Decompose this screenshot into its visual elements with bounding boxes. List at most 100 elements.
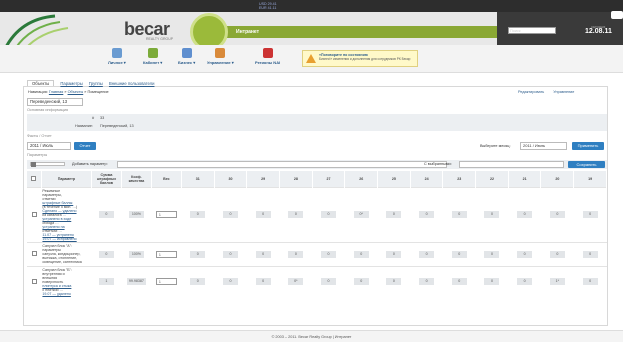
day-value[interactable]: 0* (353, 211, 369, 218)
apply-button[interactable]: Применить (572, 142, 604, 150)
breadcrumb-current: Помещение (87, 90, 109, 94)
edit-link[interactable]: Редактировать (518, 90, 544, 94)
row-select-cell[interactable] (27, 241, 42, 266)
day-value[interactable]: 0 (222, 278, 238, 285)
day-value[interactable]: 0 (549, 250, 565, 258)
coef-value: 100% (128, 211, 144, 218)
day-value[interactable]: 0 (517, 250, 533, 258)
page-size-slider[interactable] (30, 162, 65, 167)
header-day: 28 (279, 171, 313, 187)
day-value[interactable]: 0 (321, 211, 337, 218)
header-coef[interactable]: Коэф. качества (121, 171, 152, 187)
day-value[interactable]: 0 (190, 211, 206, 218)
nav-item-cabinet[interactable]: Кабинет ▾ (143, 48, 162, 65)
day-value[interactable]: 0 (386, 278, 402, 285)
day-value[interactable]: 0 (190, 278, 206, 285)
param-link[interactable]: 19.07 — исправлено (42, 237, 90, 241)
slider-handle[interactable] (31, 162, 36, 167)
day-value[interactable]: 0 (419, 211, 435, 218)
day-value[interactable]: 0 (484, 278, 500, 285)
day-value[interactable]: 0* (288, 278, 304, 285)
weight-input[interactable]: 1 (155, 211, 177, 218)
day-value[interactable]: 0 (353, 250, 369, 258)
id-value: 33 (100, 116, 105, 120)
weight-cell: 1 (151, 186, 182, 242)
weight-cell: 1 (151, 241, 182, 266)
header-param[interactable]: Параметр (41, 171, 92, 187)
with-selected-select[interactable] (459, 161, 564, 168)
row-checkbox[interactable] (31, 251, 37, 256)
day-value[interactable]: 0 (484, 211, 500, 218)
day-cell: 0 (279, 241, 313, 266)
day-value[interactable]: 0 (451, 211, 467, 218)
tab-external-users[interactable]: Внешние пользователи (109, 81, 155, 86)
day-value[interactable]: 0 (517, 278, 533, 285)
breadcrumb-home[interactable]: Главная (49, 90, 63, 94)
day-cell: 0 (279, 186, 313, 242)
day-value[interactable]: 0 (549, 211, 565, 218)
day-value[interactable]: 0 (582, 211, 598, 218)
day-value[interactable]: 0 (419, 278, 435, 285)
day-value[interactable]: 0 (255, 278, 271, 285)
param-link[interactable]: 19.07 — удалено (42, 292, 90, 296)
add-param-select[interactable] (117, 161, 447, 168)
period-select[interactable]: 2011 / Июль (27, 142, 71, 150)
nav-item-personal[interactable]: Личное ▾ (108, 48, 126, 65)
breadcrumb-objects[interactable]: Объекты (68, 90, 84, 94)
day-value[interactable]: 0 (582, 250, 598, 258)
header-sum[interactable]: Сумма штрафных баллов (91, 171, 122, 187)
row-checkbox[interactable] (31, 211, 37, 217)
day-value[interactable]: 0 (222, 250, 238, 258)
tab-objects[interactable]: Объекты (27, 80, 55, 86)
day-cell: 0 (246, 186, 280, 242)
day-value[interactable]: 0 (419, 250, 435, 258)
coef-cell: 99.98387 (121, 265, 152, 297)
sum-cell: 1 (91, 265, 122, 297)
row-checkbox[interactable] (31, 278, 37, 284)
day-value[interactable]: 0 (386, 250, 402, 258)
nav-item-nai[interactable]: Регионы NAI (255, 48, 280, 65)
select-all-checkbox[interactable] (31, 175, 37, 181)
header-day: 19 (573, 171, 607, 187)
day-value[interactable]: 0 (255, 211, 271, 218)
business-icon (181, 48, 192, 58)
top-right-button[interactable] (611, 11, 623, 19)
day-value[interactable]: 0 (582, 278, 598, 285)
day-value[interactable]: 0 (386, 211, 402, 218)
day-value[interactable]: 0 (321, 250, 337, 258)
header-day: 26 (344, 171, 379, 187)
day-value[interactable]: 1* (549, 278, 565, 285)
row-select-cell[interactable] (27, 265, 42, 297)
tab-parameters[interactable]: Параметры (60, 81, 82, 86)
day-value[interactable]: 0 (451, 278, 467, 285)
day-cell: 0 (344, 241, 378, 266)
weight-input[interactable]: 1 (155, 278, 177, 285)
day-value[interactable]: 0 (255, 250, 271, 258)
weight-input[interactable]: 1 (155, 250, 177, 258)
day-value[interactable]: 0 (222, 211, 238, 218)
manage-link[interactable]: Управление (553, 90, 574, 94)
params-title: Параметры (27, 153, 48, 157)
row-select-cell[interactable] (27, 186, 42, 242)
header-select-all[interactable] (27, 171, 42, 187)
nav-item-management[interactable]: Управление ▾ (207, 48, 234, 65)
header-weight[interactable]: Вес (151, 171, 182, 187)
day-value[interactable]: 0 (451, 250, 467, 258)
report-button[interactable]: Отчет (74, 142, 96, 150)
day-value[interactable]: 0 (190, 250, 206, 258)
tab-groups[interactable]: Группы (89, 81, 103, 86)
nai-logo-icon (262, 48, 273, 58)
choose-month-select[interactable]: 2011 / Июль (520, 142, 567, 150)
table-header-row: Параметр Сумма штрафных баллов Коэф. кач… (27, 171, 607, 187)
save-button[interactable]: Сохранить (568, 161, 605, 168)
day-value[interactable]: 0 (288, 211, 304, 218)
intranet-label: Интранет (236, 29, 260, 35)
day-value[interactable]: 0 (288, 250, 304, 258)
day-value[interactable]: 0 (484, 250, 500, 258)
nav-item-business[interactable]: Бизнес ▾ (178, 48, 195, 65)
day-value[interactable]: 0 (353, 278, 369, 285)
day-value[interactable]: 0 (517, 211, 533, 218)
day-value[interactable]: 0 (321, 278, 337, 285)
room-select[interactable]: Переведенский, 13 (27, 98, 83, 106)
notice-banner[interactable]: «Поговорите по состоянию Бизнес!» измене… (302, 50, 418, 67)
